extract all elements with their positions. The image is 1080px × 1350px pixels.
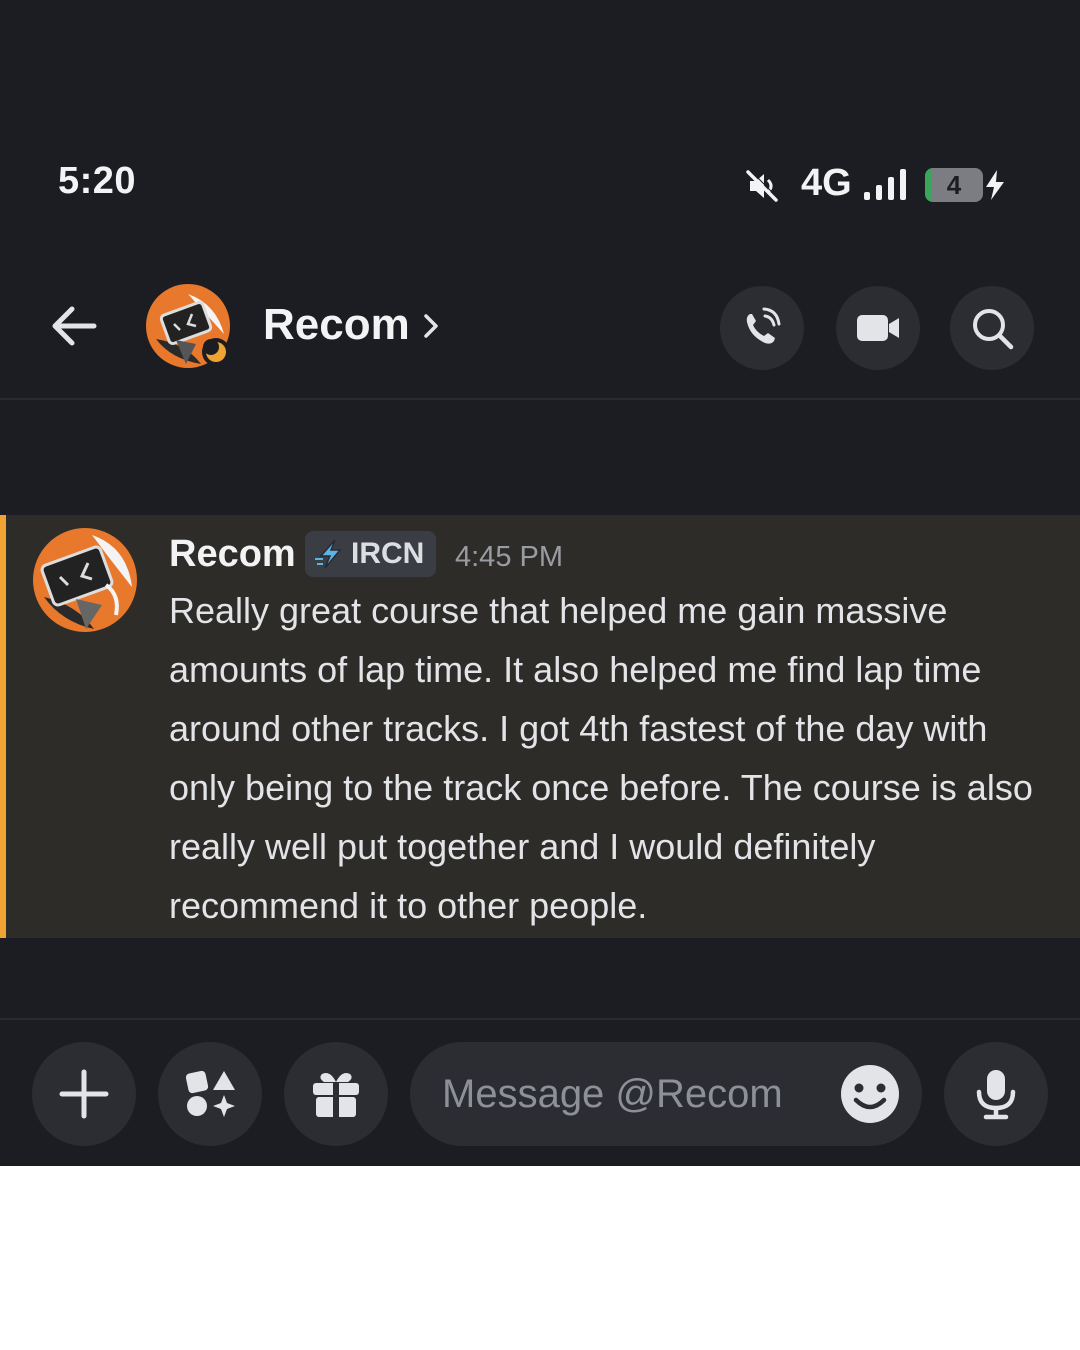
add-attachment-button[interactable] [32,1042,136,1146]
search-button[interactable] [950,286,1034,370]
emoji-icon[interactable] [840,1064,900,1124]
message-composer [0,1018,1080,1168]
battery-body: 4 [925,168,983,202]
video-call-button[interactable] [836,286,920,370]
signal-icon [864,169,906,200]
message-timestamp: 4:45 PM [455,541,563,573]
apps-button[interactable] [158,1042,262,1146]
charging-bolt-icon [986,170,1004,200]
mute-icon [746,169,779,202]
avatar[interactable] [146,284,232,370]
status-time: 5:20 [58,160,137,202]
battery-icon: 4 [925,168,983,202]
lightning-icon [315,539,342,569]
gift-icon [313,1073,359,1117]
message-content: Really great course that helped me gain … [169,590,1033,926]
chevron-right-icon[interactable] [420,308,444,344]
search-icon [973,309,1014,350]
back-arrow-icon[interactable] [44,296,104,356]
message-author[interactable]: Recom [169,533,296,576]
message-item[interactable]: Recom IRCN 4:45 PM Really great course t… [0,515,1080,938]
plus-icon [59,1069,109,1119]
app-screen: 5:20 4G 4 Recom Recom IRCN 4:45 PM Reall… [0,0,1080,1166]
mention-highlight-bar [0,515,6,938]
message-avatar[interactable] [32,527,138,633]
video-camera-icon [857,315,899,341]
clan-tag-badge[interactable]: IRCN [305,531,437,577]
voice-message-button[interactable] [944,1042,1048,1146]
page-title[interactable]: Recom [263,300,410,350]
network-type: 4G [801,162,852,204]
apps-icon [185,1070,235,1117]
microphone-icon [976,1070,1016,1120]
battery-level: 4 [946,170,962,200]
call-button[interactable] [720,286,804,370]
clan-tag-label: IRCN [351,537,425,570]
phone-call-icon [746,307,781,344]
gift-button[interactable] [284,1042,388,1146]
conversation-header: Recom [0,280,1080,400]
